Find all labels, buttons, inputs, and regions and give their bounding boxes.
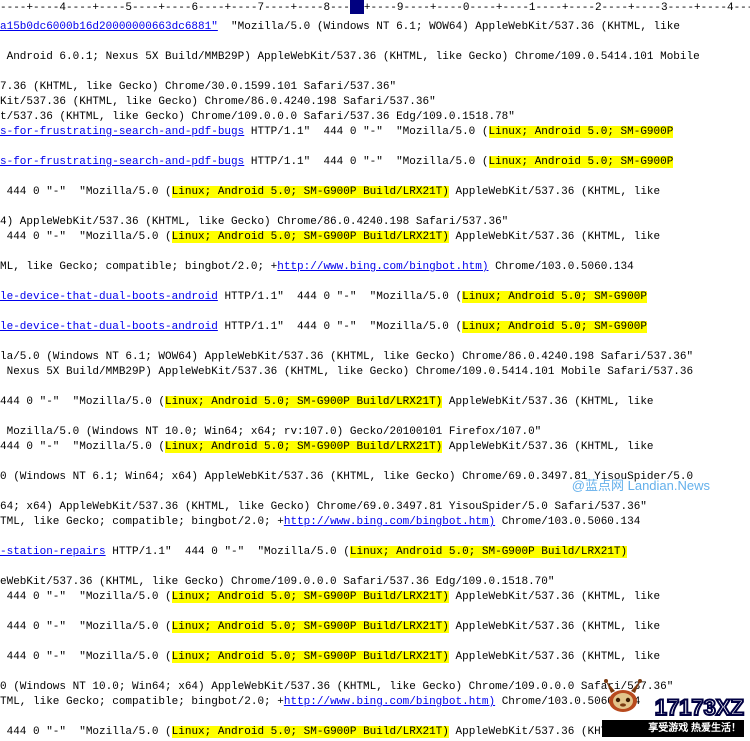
search-match: Linux; Android 5.0; SM-G900P Build/LRX21… <box>172 726 449 738</box>
log-line: Mozilla/5.0 (Windows NT 10.0; Win64; x64… <box>0 425 750 440</box>
search-match: Linux; Android 5.0; SM-G900P Build/LRX21… <box>172 186 449 198</box>
log-line: -station-repairs HTTP/1.1" 444 0 "-" "Mo… <box>0 545 750 560</box>
search-match: Linux; Android 5.0; SM-G900P Build/LRX21… <box>172 621 449 633</box>
brand-tagline: 享受游戏 热爱生活！ <box>602 720 744 737</box>
url-link[interactable]: http://www.bing.com/bingbot.htm) <box>284 696 495 708</box>
search-match: Linux; Android 5.0; SM-G900P <box>489 126 674 138</box>
mascot-icon <box>602 679 644 719</box>
log-line: eWebKit/537.36 (KHTML, like Gecko) Chrom… <box>0 575 750 590</box>
log-line: 444 0 "-" "Mozilla/5.0 (Linux; Android 5… <box>0 590 750 605</box>
site-logo: 17173XZ 享受游戏 热爱生活！ <box>602 679 744 737</box>
url-link[interactable]: le-device-that-dual-boots-android <box>0 291 218 303</box>
log-line: 64; x64) AppleWebKit/537.36 (KHTML, like… <box>0 500 750 515</box>
log-line: 4) AppleWebKit/537.36 (KHTML, like Gecko… <box>0 215 750 230</box>
log-line: a15b0dc6000b16d20000000663dc6881" "Mozil… <box>0 20 750 35</box>
search-match: Linux; Android 5.0; SM-G900P Build/LRX21… <box>350 546 627 558</box>
log-line: 444 0 "-" "Mozilla/5.0 (Linux; Android 5… <box>0 395 750 410</box>
search-match: Linux; Android 5.0; SM-G900P <box>489 156 674 168</box>
brand-text: 17173XZ <box>655 697 744 719</box>
log-line: t/537.36 (KHTML, like Gecko) Chrome/109.… <box>0 110 750 125</box>
search-match: Linux; Android 5.0; SM-G900P Build/LRX21… <box>165 396 442 408</box>
log-line: Android 6.0.1; Nexus 5X Build/MMB29P) Ap… <box>0 50 750 65</box>
search-match: Linux; Android 5.0; SM-G900P Build/LRX21… <box>172 651 449 663</box>
search-match: Linux; Android 5.0; SM-G900P Build/LRX21… <box>165 441 442 453</box>
log-line: s-for-frustrating-search-and-pdf-bugs HT… <box>0 125 750 140</box>
watermark-text: @蓝点网 Landian.News <box>572 478 710 493</box>
log-line: 7.36 (KHTML, like Gecko) Chrome/30.0.159… <box>0 80 750 95</box>
log-line: 444 0 "-" "Mozilla/5.0 (Linux; Android 5… <box>0 185 750 200</box>
log-line: la/5.0 (Windows NT 6.1; WOW64) AppleWebK… <box>0 350 750 365</box>
log-line: le-device-that-dual-boots-android HTTP/1… <box>0 290 750 305</box>
search-match: Linux; Android 5.0; SM-G900P <box>462 291 647 303</box>
log-line: 444 0 "-" "Mozilla/5.0 (Linux; Android 5… <box>0 620 750 635</box>
url-link[interactable]: http://www.bing.com/bingbot.htm) <box>277 261 488 273</box>
log-line: Kit/537.36 (KHTML, like Gecko) Chrome/86… <box>0 95 750 110</box>
log-line: ML, like Gecko; compatible; bingbot/2.0;… <box>0 260 750 275</box>
log-line: 444 0 "-" "Mozilla/5.0 (Linux; Android 5… <box>0 440 750 455</box>
url-link[interactable]: -station-repairs <box>0 546 106 558</box>
log-line: TML, like Gecko; compatible; bingbot/2.0… <box>0 515 750 530</box>
log-line: le-device-that-dual-boots-android HTTP/1… <box>0 320 750 335</box>
column-ruler: ----+----4----+----5----+----6----+----7… <box>0 0 750 18</box>
log-line: Nexus 5X Build/MMB29P) AppleWebKit/537.3… <box>0 365 750 380</box>
url-link[interactable]: s-for-frustrating-search-and-pdf-bugs <box>0 126 244 138</box>
log-text-area[interactable]: a15b0dc6000b16d20000000663dc6881" "Mozil… <box>0 18 750 741</box>
search-match: Linux; Android 5.0; SM-G900P Build/LRX21… <box>172 591 449 603</box>
search-match: Linux; Android 5.0; SM-G900P Build/LRX21… <box>172 231 449 243</box>
search-match: Linux; Android 5.0; SM-G900P <box>462 321 647 333</box>
url-link[interactable]: s-for-frustrating-search-and-pdf-bugs <box>0 156 244 168</box>
log-line: 444 0 "-" "Mozilla/5.0 (Linux; Android 5… <box>0 230 750 245</box>
log-line: 444 0 "-" "Mozilla/5.0 (Linux; Android 5… <box>0 650 750 665</box>
url-link[interactable]: a15b0dc6000b16d20000000663dc6881" <box>0 21 218 33</box>
log-line: s-for-frustrating-search-and-pdf-bugs HT… <box>0 155 750 170</box>
url-link[interactable]: le-device-that-dual-boots-android <box>0 321 218 333</box>
url-link[interactable]: http://www.bing.com/bingbot.htm) <box>284 516 495 528</box>
